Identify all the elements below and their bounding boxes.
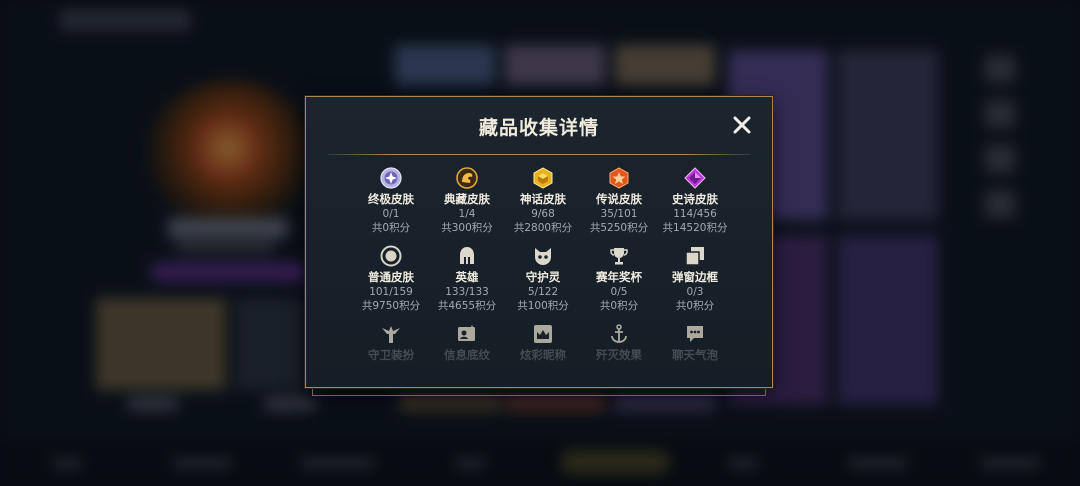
collection-points: 共14520积分 [662,222,728,234]
collection-item-finisher[interactable]: 歼灭效果 [581,323,657,363]
screen: 藏品收集详情 终极皮肤 0/1 共0积分 典藏皮肤 1/4 共300积分 神话皮… [0,0,1080,486]
collection-label: 传说皮肤 [596,192,642,206]
collection-count: 0/3 [686,286,704,298]
collection-grid: 终极皮肤 0/1 共0积分 典藏皮肤 1/4 共300积分 神话皮肤 9/68 … [353,167,733,363]
collection-count: 35/101 [600,208,638,220]
trophy-icon [608,245,630,267]
collection-count: 0/5 [610,286,628,298]
mythic-skin-icon [532,167,554,189]
banner-icon [456,323,478,345]
collection-label: 普通皮肤 [368,270,414,284]
collection-item-mythic-skin[interactable]: 神话皮肤 9/68 共2800积分 [505,167,581,235]
collection-count: 1/4 [458,208,476,220]
epic-skin-icon [684,167,706,189]
ultimate-skin-icon [380,167,402,189]
champion-helmet-icon [456,245,478,267]
collection-item-ward-skin[interactable]: 守卫装扮 [353,323,429,363]
collection-count: 5/122 [527,286,559,298]
collection-points: 共0积分 [371,222,411,234]
collection-item-ultimate-skin[interactable]: 终极皮肤 0/1 共0积分 [353,167,429,235]
collection-item-champion[interactable]: 英雄 133/133 共4655积分 [429,245,505,313]
collection-points: 共4655积分 [437,300,497,312]
collection-item-exalted-skin[interactable]: 典藏皮肤 1/4 共300积分 [429,167,505,235]
ward-skin-icon [380,323,402,345]
collection-item-epic-skin[interactable]: 史诗皮肤 114/456 共14520积分 [657,167,733,235]
collection-count: 9/68 [531,208,555,220]
collection-item-title[interactable]: 炫彩昵称 [505,323,581,363]
collection-item-standard-skin[interactable]: 普通皮肤 101/159 共9750积分 [353,245,429,313]
collection-item-season-trophy[interactable]: 赛年奖杯 0/5 共0积分 [581,245,657,313]
collection-count: 114/456 [673,208,717,220]
close-icon [733,116,751,134]
collection-points: 共100积分 [517,300,569,312]
collection-label: 守卫装扮 [368,348,414,362]
collection-label: 终极皮肤 [368,192,414,206]
little-legend-icon [532,245,554,267]
collection-points: 共300积分 [441,222,493,234]
collection-count: 101/159 [369,286,413,298]
standard-skin-icon [380,245,402,267]
collection-label: 信息底纹 [444,348,490,362]
collection-item-popup-border[interactable]: 弹窗边框 0/3 共0积分 [657,245,733,313]
collection-item-chat-bubble[interactable]: 聊天气泡 [657,323,733,363]
modal-title: 藏品收集详情 [478,117,599,139]
legendary-skin-icon [608,167,630,189]
collection-label: 赛年奖杯 [596,270,642,284]
collection-label: 守护灵 [525,270,561,284]
title-crown-icon [532,323,554,345]
collection-label: 神话皮肤 [520,192,566,206]
chat-bubble-icon [684,323,706,345]
exalted-skin-icon [456,167,478,189]
collection-points: 共0积分 [599,300,639,312]
collection-details-modal: 藏品收集详情 终极皮肤 0/1 共0积分 典藏皮肤 1/4 共300积分 神话皮… [305,96,773,396]
collection-label: 聊天气泡 [672,348,718,362]
popup-border-icon [684,245,706,267]
collection-item-legendary-skin[interactable]: 传说皮肤 35/101 共5250积分 [581,167,657,235]
collection-item-little-legend[interactable]: 守护灵 5/122 共100积分 [505,245,581,313]
collection-label: 炫彩昵称 [520,348,566,362]
collection-count: 133/133 [445,286,489,298]
collection-label: 史诗皮肤 [672,192,718,206]
close-button[interactable] [730,113,754,137]
collection-label: 英雄 [455,270,479,284]
collection-points: 共9750积分 [361,300,421,312]
collection-item-banner[interactable]: 信息底纹 [429,323,505,363]
anchor-icon [608,323,630,345]
collection-count: 0/1 [382,208,400,220]
collection-label: 典藏皮肤 [444,192,490,206]
collection-points: 共2800积分 [513,222,573,234]
collection-label: 歼灭效果 [596,348,642,362]
collection-label: 弹窗边框 [672,270,718,284]
collection-points: 共5250积分 [589,222,649,234]
title-divider [328,154,750,155]
collection-points: 共0积分 [675,300,715,312]
